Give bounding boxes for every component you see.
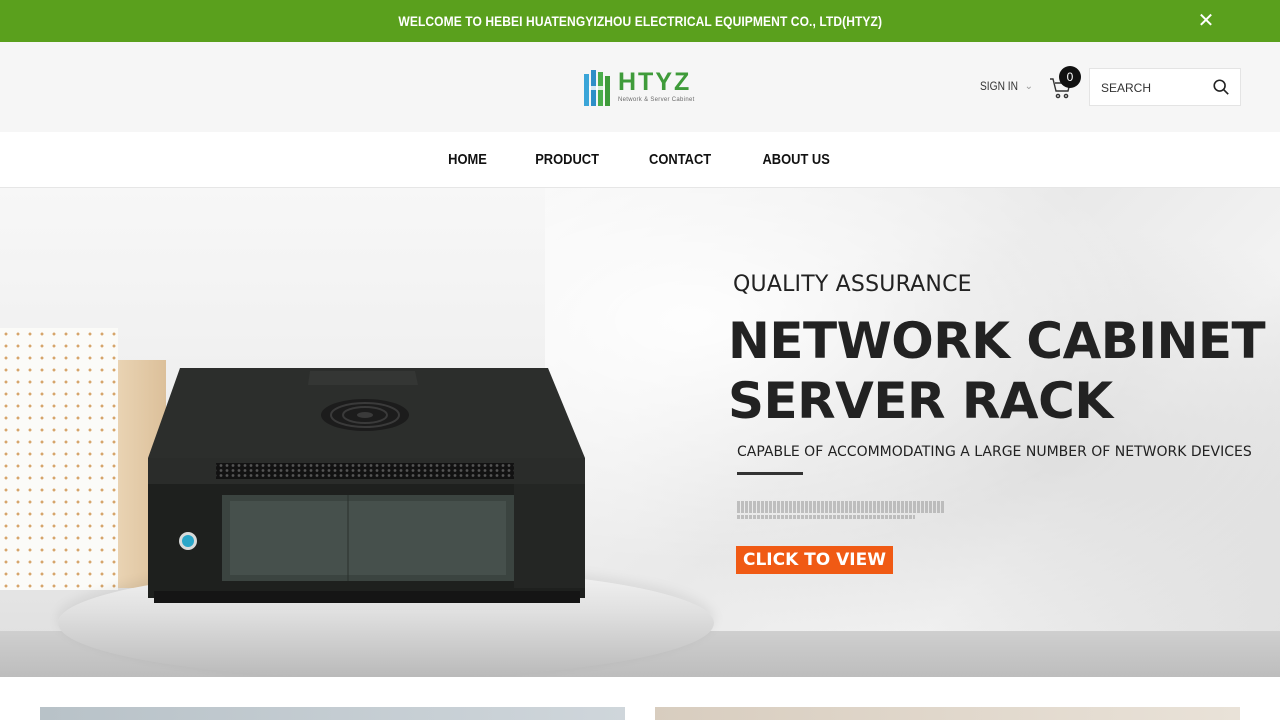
hero-subtitle: CAPABLE OF ACCOMMODATING A LARGE NUMBER …	[737, 444, 1252, 460]
sign-in-label: SIGN IN	[980, 79, 1018, 93]
chevron-down-icon: ⌄	[1024, 80, 1034, 92]
sign-in-link[interactable]: SIGN IN ⌄	[980, 79, 1033, 93]
logo-mark-icon	[584, 70, 610, 106]
hero-headline-line2: SERVER RACK	[728, 372, 1113, 430]
pegboard-decoration	[0, 328, 118, 590]
site-header: HTYZ Network & Server Cabinet SIGN IN ⌄ …	[0, 42, 1280, 132]
click-to-view-button[interactable]: CLICK TO VIEW	[736, 546, 893, 574]
nav-item-product[interactable]: PRODUCT	[510, 151, 624, 168]
logo-word: HTYZ	[618, 68, 692, 96]
hero-fine-print-decoration	[737, 501, 945, 513]
nav-item-label: ABOUT US	[761, 151, 830, 168]
close-icon[interactable]: ✕	[1196, 10, 1216, 30]
hero-text-block: QUALITY ASSURANCE NETWORK CABINET SERVER…	[728, 272, 1266, 574]
nav-item-home[interactable]: HOME	[425, 151, 510, 168]
logo[interactable]: HTYZ Network & Server Cabinet	[582, 68, 702, 110]
search-box	[1089, 68, 1241, 106]
featured-card-left[interactable]	[40, 707, 625, 720]
nav-item-about-us[interactable]: ABOUT US	[737, 151, 855, 168]
nav-item-label: HOME	[448, 151, 487, 168]
main-nav: HOME PRODUCT CONTACT ABOUT US	[0, 132, 1280, 188]
featured-section	[0, 677, 1280, 720]
logo-tagline: Network & Server Cabinet	[618, 97, 695, 103]
search-input[interactable]	[1101, 78, 1211, 98]
announcement-text: WELCOME TO HEBEI HUATENGYIZHOU ELECTRICA…	[398, 13, 882, 29]
hero-kicker: QUALITY ASSURANCE	[733, 272, 972, 297]
hero-banner[interactable]: QUALITY ASSURANCE NETWORK CABINET SERVER…	[0, 188, 1280, 677]
nav-item-label: PRODUCT	[535, 151, 600, 168]
featured-card-right[interactable]	[655, 707, 1240, 720]
announcement-bar: WELCOME TO HEBEI HUATENGYIZHOU ELECTRICA…	[0, 0, 1280, 42]
cart-count-badge: 0	[1059, 66, 1081, 88]
search-icon[interactable]	[1212, 78, 1230, 96]
nav-item-contact[interactable]: CONTACT	[624, 151, 736, 168]
network-cabinet-image	[148, 368, 585, 603]
nav-item-label: CONTACT	[649, 151, 712, 168]
hero-headline-line1: NETWORK CABINET	[728, 312, 1266, 370]
hero-divider	[737, 472, 803, 475]
hero-headline: NETWORK CABINET SERVER RACK	[728, 311, 1266, 431]
hero-fine-print-decoration	[737, 515, 915, 519]
